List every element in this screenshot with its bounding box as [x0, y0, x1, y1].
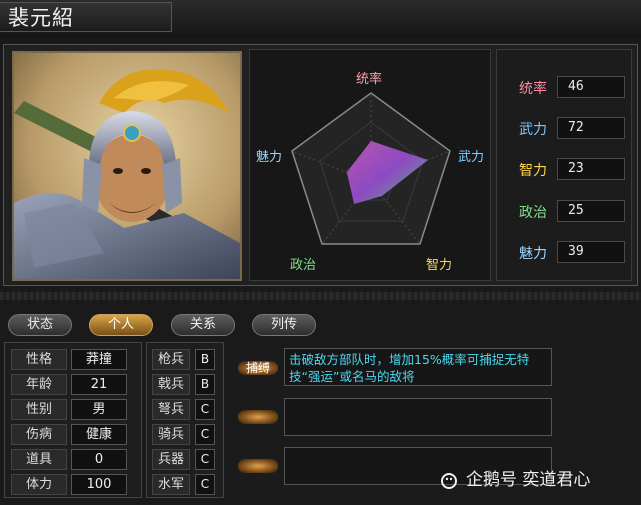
tab-relations[interactable]: 关系 — [171, 314, 235, 336]
aptitude-label: 水军 — [152, 474, 190, 495]
skill-orb-1[interactable]: 捕缚 — [238, 361, 278, 375]
stat-label: 统率 — [519, 81, 547, 97]
skill-description-1: 击破敌方部队时，增加15%概率可捕捉无特技“强运”或名马的敌将 — [284, 348, 552, 386]
stat-value: 23 — [557, 158, 625, 180]
info-value: 健康 — [71, 424, 127, 445]
stat-value: 39 — [557, 241, 625, 263]
watermark-text: 企鹅号 奕道君心 — [466, 470, 591, 490]
skill-orb-3[interactable] — [238, 459, 278, 473]
troop-aptitude-panel: 枪兵 B 戟兵 B 弩兵 C 骑兵 C 兵器 C 水军 C — [146, 342, 224, 498]
ability-radar-chart: 统率 武力 智力 政治 魅力 — [249, 49, 491, 281]
stat-row-tongshuai: 统率 46 — [497, 76, 633, 98]
info-value: 0 — [71, 449, 127, 470]
aptitude-grade: C — [195, 424, 215, 445]
stat-value: 46 — [557, 76, 625, 98]
aptitude-label: 弩兵 — [152, 399, 190, 420]
aptitude-grade: B — [195, 374, 215, 395]
skill-orb-2[interactable] — [238, 410, 278, 424]
info-value: 100 — [71, 474, 127, 495]
stat-row-zhengzhi: 政治 25 — [497, 200, 633, 222]
radar-label-lower-left: 政治 — [290, 258, 317, 273]
aptitude-grade: C — [195, 399, 215, 420]
aptitude-grade: B — [195, 349, 215, 370]
aptitude-label: 兵器 — [152, 449, 190, 470]
penguin-logo-icon — [441, 473, 457, 489]
aptitude-grade: C — [195, 449, 215, 470]
info-label: 体力 — [11, 474, 67, 495]
personal-info-panel: 性格 莽撞 年龄 21 性别 男 伤病 健康 道具 0 体力 100 — [4, 342, 142, 498]
tab-status[interactable]: 状态 — [8, 314, 72, 336]
aptitude-label: 枪兵 — [152, 349, 190, 370]
stat-row-wuli: 武力 72 — [497, 117, 633, 139]
stat-label: 魅力 — [519, 246, 547, 262]
title-bar: 裴元紹 — [0, 0, 641, 38]
officer-portrait — [12, 51, 242, 281]
tab-biography[interactable]: 列传 — [252, 314, 316, 336]
stat-label: 政治 — [519, 205, 547, 221]
aptitude-label: 骑兵 — [152, 424, 190, 445]
watermark: 企鹅号 奕道君心 — [440, 468, 640, 492]
radar-label-lower-right: 智力 — [426, 258, 453, 273]
info-label: 年龄 — [11, 374, 67, 395]
info-value: 21 — [71, 374, 127, 395]
stat-label: 武力 — [519, 122, 547, 138]
skill-description-2 — [284, 398, 552, 436]
info-value: 男 — [71, 399, 127, 420]
stat-value: 25 — [557, 200, 625, 222]
info-label: 伤病 — [11, 424, 67, 445]
stat-label: 智力 — [519, 163, 547, 179]
info-label: 性格 — [11, 349, 67, 370]
stat-value: 72 — [557, 117, 625, 139]
info-value: 莽撞 — [71, 349, 127, 370]
radar-label-left: 魅力 — [256, 150, 283, 165]
officer-info-panel: 统率 武力 智力 政治 魅力 统率 46 武力 72 智力 23 政治 25 魅… — [3, 44, 638, 286]
info-label: 性别 — [11, 399, 67, 420]
aptitude-grade: C — [195, 474, 215, 495]
officer-name: 裴元紹 — [0, 2, 172, 32]
info-label: 道具 — [11, 449, 67, 470]
stat-row-meili: 魅力 39 — [497, 241, 633, 263]
ability-stats: 统率 46 武力 72 智力 23 政治 25 魅力 39 — [496, 49, 632, 281]
radar-label-right: 武力 — [458, 150, 485, 165]
tab-personal[interactable]: 个人 — [89, 314, 153, 336]
stat-row-zhili: 智力 23 — [497, 158, 633, 180]
aptitude-label: 戟兵 — [152, 374, 190, 395]
radar-label-top: 统率 — [356, 72, 383, 87]
panel-separator — [0, 292, 641, 300]
